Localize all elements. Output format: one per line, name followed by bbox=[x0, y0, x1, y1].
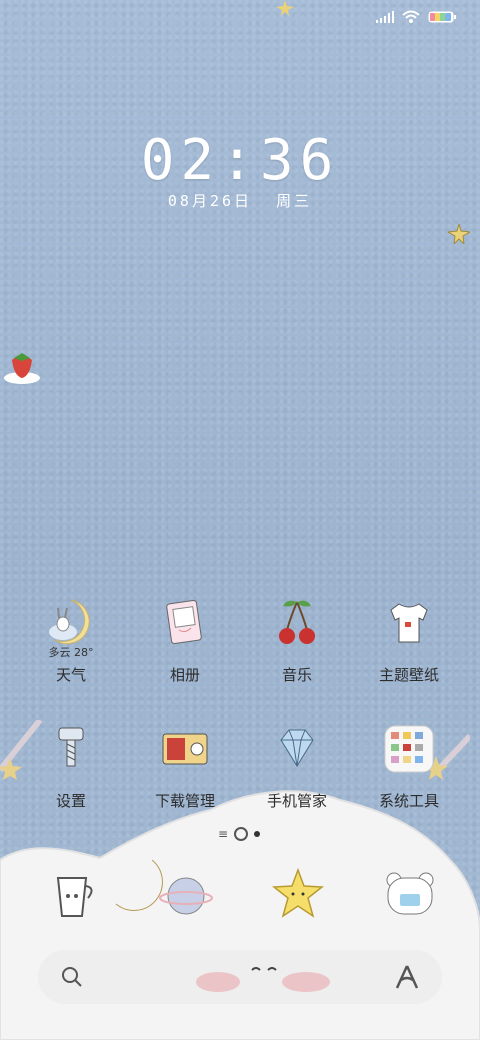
status-bar bbox=[376, 10, 456, 24]
date-day: 08月26日 bbox=[167, 192, 253, 210]
cloud-face-decoration bbox=[196, 967, 330, 992]
battery-icon bbox=[428, 11, 456, 23]
search-icon[interactable] bbox=[60, 965, 84, 989]
date-weekday: 周三 bbox=[276, 192, 313, 210]
app-label: 音乐 bbox=[281, 666, 312, 684]
planet-icon[interactable] bbox=[158, 868, 214, 924]
bear-icon[interactable] bbox=[382, 868, 438, 924]
cherry-icon bbox=[267, 596, 327, 656]
menu-lines-icon: ≡ bbox=[218, 827, 229, 841]
sparkle-star-icon bbox=[276, 0, 294, 16]
app-label: 系统工具 bbox=[378, 792, 439, 810]
app-label: 主题壁纸 bbox=[378, 666, 439, 684]
moon-rabbit-icon: 多云 28° bbox=[41, 596, 101, 659]
star-icon[interactable] bbox=[270, 866, 326, 922]
clock-date[interactable]: 08月26日 周三 bbox=[0, 190, 480, 211]
app-themes[interactable]: 主题壁纸 bbox=[354, 596, 464, 685]
search-bar[interactable] bbox=[38, 950, 442, 1004]
clock-time[interactable]: 02:36 bbox=[0, 128, 480, 193]
radio-icon bbox=[155, 722, 215, 782]
screw-icon bbox=[41, 722, 101, 782]
app-system-tools-folder[interactable]: 系统工具 bbox=[354, 722, 464, 811]
wifi-icon bbox=[402, 10, 420, 23]
tools-folder-icon bbox=[379, 722, 439, 782]
app-settings[interactable]: 设置 bbox=[16, 722, 126, 811]
app-security[interactable]: 手机管家 bbox=[242, 722, 352, 811]
app-label: 设置 bbox=[55, 792, 86, 810]
juice-cup-icon[interactable] bbox=[46, 868, 102, 924]
app-label: 相册 bbox=[169, 666, 200, 684]
app-label: 手机管家 bbox=[266, 792, 327, 810]
app-music[interactable]: 音乐 bbox=[242, 596, 352, 685]
assistant-icon[interactable] bbox=[394, 964, 420, 990]
app-label: 下载管理 bbox=[154, 792, 215, 810]
page-indicator[interactable]: ≡ bbox=[218, 827, 261, 841]
tshirt-icon bbox=[379, 596, 439, 656]
app-gallery[interactable]: 相册 bbox=[130, 596, 240, 685]
photo-icon bbox=[155, 596, 215, 656]
diamond-icon bbox=[267, 722, 327, 782]
app-weather[interactable]: 多云 28° 天气 bbox=[16, 596, 126, 685]
page-dot-home bbox=[234, 827, 249, 841]
app-downloads[interactable]: 下载管理 bbox=[130, 722, 240, 811]
weather-temp: 多云 28° bbox=[48, 646, 94, 659]
signal-icon bbox=[376, 11, 394, 23]
app-label: 天气 bbox=[55, 666, 86, 684]
strawberry-icon bbox=[4, 353, 40, 384]
page-dot bbox=[254, 831, 261, 837]
sparkle-star-icon bbox=[448, 224, 470, 244]
